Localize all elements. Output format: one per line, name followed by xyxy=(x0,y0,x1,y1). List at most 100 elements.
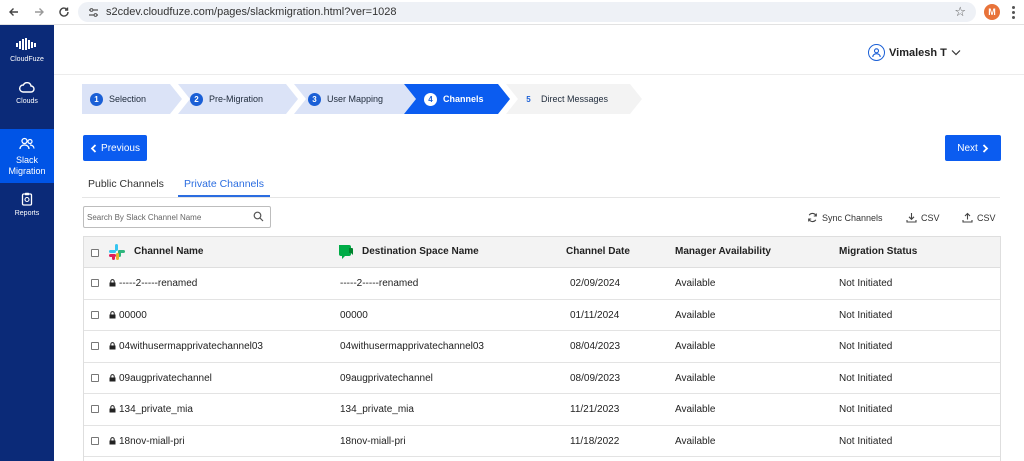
row-checkbox[interactable] xyxy=(91,279,99,287)
step-label: Direct Messages xyxy=(541,94,609,104)
step-label: Selection xyxy=(109,94,147,104)
table-row[interactable]: 00000 00000 01/11/2024 Available Not Ini… xyxy=(84,300,1000,331)
column-header-channel-name[interactable]: Channel Name xyxy=(134,246,203,257)
sidebar-item-slack-migration[interactable]: Slack Migration xyxy=(0,129,54,183)
channel-search-input[interactable] xyxy=(87,212,247,222)
destination-cell: 09augprivatechannel xyxy=(340,372,433,384)
download-icon xyxy=(906,213,917,223)
channel-name-cell: 09augprivatechannel xyxy=(119,372,212,384)
google-chat-icon xyxy=(339,245,353,259)
step-label: User Mapping xyxy=(327,94,384,104)
date-cell: 08/04/2023 xyxy=(570,341,621,352)
migration-stepper: 1 Selection 2 Pre-Migration 3 User Mappi… xyxy=(82,84,642,114)
sidebar-item-label: Reports xyxy=(14,210,40,217)
sidebar-item-label: Clouds xyxy=(16,98,38,105)
search-icon[interactable] xyxy=(253,211,264,222)
chevron-down-icon xyxy=(951,50,961,56)
sync-channels-button[interactable]: Sync Channels xyxy=(807,212,883,223)
sync-icon xyxy=(808,212,817,223)
site-info-icon[interactable] xyxy=(86,5,100,19)
previous-button[interactable]: Previous xyxy=(83,135,147,161)
table-row[interactable]: -----2-----renamed -----2-----renamed 02… xyxy=(84,268,1000,300)
url-text: s2cdev.cloudfuze.com/pages/slackmigratio… xyxy=(106,6,397,18)
download-csv-button[interactable]: CSV xyxy=(906,212,940,223)
step-number: 3 xyxy=(308,92,321,106)
sidebar-item-label: Slack Migration xyxy=(8,155,46,176)
manager-cell: Available xyxy=(675,435,716,447)
status-cell: Not Initiated xyxy=(839,341,893,352)
next-button[interactable]: Next xyxy=(945,135,1001,161)
tab-public-channels[interactable]: Public Channels xyxy=(88,178,164,190)
column-header-manager-availability[interactable]: Manager Availability xyxy=(675,246,771,257)
destination-cell: 18nov-miall-pri xyxy=(340,435,406,447)
profile-avatar[interactable]: M xyxy=(984,4,1000,20)
destination-cell: -----2-----renamed xyxy=(340,278,419,289)
status-cell: Not Initiated xyxy=(839,309,893,321)
row-checkbox[interactable] xyxy=(91,373,99,382)
step-label: Channels xyxy=(443,94,484,104)
chevron-right-icon xyxy=(982,143,989,153)
brand-logo[interactable]: CloudFuze xyxy=(0,37,54,63)
lock-icon xyxy=(109,436,116,444)
forward-arrow-icon[interactable] xyxy=(31,4,47,20)
column-header-destination-space[interactable]: Destination Space Name xyxy=(362,246,479,257)
channel-name-cell: 18nov-miall-pri xyxy=(119,435,185,447)
manager-cell: Available xyxy=(675,278,716,289)
channel-name-cell: 00000 xyxy=(119,309,147,321)
address-bar[interactable]: s2cdev.cloudfuze.com/pages/slackmigratio… xyxy=(78,2,976,22)
table-row[interactable]: 04withusermapprivatechannel03 04withuser… xyxy=(84,331,1000,363)
date-cell: 02/09/2024 xyxy=(570,278,621,289)
column-header-migration-status[interactable]: Migration Status xyxy=(839,246,917,257)
step-direct-messages[interactable]: 5 Direct Messages xyxy=(506,84,642,114)
select-all-checkbox[interactable] xyxy=(91,249,99,257)
next-label: Next xyxy=(957,142,978,154)
date-cell: 11/21/2023 xyxy=(570,404,620,415)
row-checkbox[interactable] xyxy=(91,310,99,319)
table-header: Channel Name Destination Space Name Chan… xyxy=(84,237,1000,268)
user-menu[interactable]: Vimalesh T xyxy=(868,44,961,61)
step-user-mapping[interactable]: 3 User Mapping xyxy=(294,84,416,114)
cloud-icon xyxy=(19,81,35,93)
bookmark-star-icon[interactable]: ☆ xyxy=(954,4,966,20)
step-channels[interactable]: 4 Channels xyxy=(404,84,510,114)
active-tab-indicator xyxy=(178,195,270,197)
row-checkbox[interactable] xyxy=(91,405,99,413)
status-cell: Not Initiated xyxy=(839,404,893,415)
row-checkbox[interactable] xyxy=(91,342,99,350)
upload-csv-button[interactable]: CSV xyxy=(962,212,996,223)
back-arrow-icon[interactable] xyxy=(6,4,22,20)
destination-cell: 04withusermapprivatechannel03 xyxy=(340,341,484,352)
step-number: 1 xyxy=(90,92,103,106)
status-cell: Not Initiated xyxy=(839,278,893,289)
manager-cell: Available xyxy=(675,341,716,352)
user-name: Vimalesh T xyxy=(889,46,947,59)
top-header: Vimalesh T xyxy=(54,25,1024,75)
step-selection[interactable]: 1 Selection xyxy=(82,84,182,114)
status-cell: Not Initiated xyxy=(839,435,893,447)
destination-cell: 00000 xyxy=(340,309,368,321)
manager-cell: Available xyxy=(675,309,716,321)
reload-icon[interactable] xyxy=(56,4,72,20)
column-header-channel-date[interactable]: Channel Date xyxy=(566,246,630,257)
lock-icon xyxy=(109,279,116,287)
sidebar-item-clouds[interactable]: Clouds xyxy=(0,81,54,116)
date-cell: 08/09/2023 xyxy=(570,372,621,384)
upload-csv-label: CSV xyxy=(977,212,996,223)
date-cell: 01/11/2024 xyxy=(570,309,620,321)
table-row[interactable]: 18nov-miall-pri 18nov-miall-pri 11/18/20… xyxy=(84,426,1000,457)
table-row[interactable]: 134_private_mia 134_private_mia 11/21/20… xyxy=(84,394,1000,426)
tab-private-channels[interactable]: Private Channels xyxy=(184,178,264,190)
user-avatar-icon xyxy=(868,44,885,61)
upload-icon xyxy=(962,212,973,223)
sidebar-item-reports[interactable]: Reports xyxy=(0,192,54,226)
channel-name-cell: 134_private_mia xyxy=(119,404,193,415)
lock-icon xyxy=(109,405,116,413)
browser-menu-icon[interactable] xyxy=(1008,4,1018,20)
table-row[interactable]: 09augprivatechannel 09augprivatechannel … xyxy=(84,363,1000,394)
lock-icon xyxy=(109,373,116,381)
download-csv-label: CSV xyxy=(921,212,940,223)
sync-channels-label: Sync Channels xyxy=(822,212,883,223)
step-number: 5 xyxy=(526,94,531,104)
row-checkbox[interactable] xyxy=(91,436,99,445)
step-pre-migration[interactable]: 2 Pre-Migration xyxy=(178,84,298,114)
